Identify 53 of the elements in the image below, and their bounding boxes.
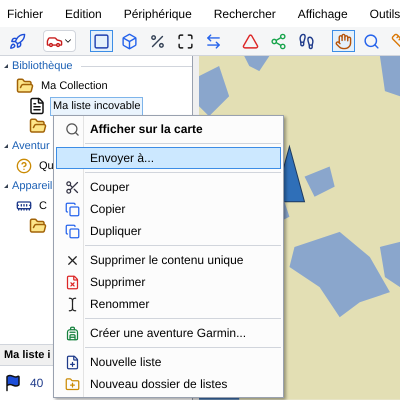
menu-item[interactable]: Outils (370, 4, 400, 23)
tree-item[interactable]: Qu (36, 157, 57, 176)
menu-item[interactable]: Périphérique (124, 4, 192, 23)
vehicle-dropdown[interactable] (43, 30, 76, 52)
expand-arrow-icon[interactable] (4, 144, 8, 148)
flag-icon (4, 374, 22, 392)
menu-item[interactable]: Edition (65, 4, 102, 23)
square-icon (93, 32, 110, 50)
tree-item[interactable]: C (36, 197, 50, 216)
menu-option[interactable]: Supprimer le contenu unique (56, 249, 281, 271)
magnifier-icon (363, 32, 380, 50)
question-icon (16, 158, 32, 174)
delete-file-icon (64, 274, 80, 290)
toolbar-button[interactable] (90, 30, 113, 52)
menu-option[interactable]: Dupliquer (56, 220, 281, 242)
transfer-icon (205, 32, 222, 50)
scissors-icon (64, 180, 80, 194)
menu-option[interactable]: Couper (56, 176, 281, 198)
menu-item[interactable]: Rechercher (214, 4, 276, 23)
percent-icon (149, 32, 166, 50)
hand-icon (335, 32, 352, 50)
menu-option[interactable]: Afficher sur la carte (56, 118, 281, 140)
triangle-icon (242, 32, 259, 50)
menu-option[interactable]: Renommer (56, 293, 281, 315)
menu-option[interactable]: Supprimer (56, 271, 281, 293)
expand-arrow-icon[interactable] (4, 64, 8, 68)
table-cell-text: 40 (30, 375, 44, 392)
menu-item[interactable]: Fichier (7, 4, 44, 23)
menu-option[interactable]: Nouveau dossier de listes (56, 373, 281, 395)
menu-option[interactable]: Copier (56, 198, 281, 220)
rocket-icon (9, 32, 26, 50)
cube-icon (121, 32, 138, 50)
tree-section[interactable]: Appareil (12, 178, 52, 195)
copy-icon (64, 224, 80, 238)
folder-icon (16, 77, 34, 96)
backpack-icon (64, 326, 80, 340)
copy-icon (64, 202, 80, 216)
expand-arrow-icon[interactable] (4, 184, 8, 188)
new-folder-icon (64, 376, 80, 392)
tree-item[interactable]: Ma Collection (38, 77, 111, 96)
document-icon (28, 97, 46, 116)
menu-option[interactable]: Créer une aventure Garmin... (56, 322, 281, 344)
footprints-icon (298, 32, 315, 50)
menu-option[interactable]: Envoyer à... (56, 147, 281, 169)
folder-icon (29, 217, 47, 236)
menu-item[interactable]: Affichage (298, 4, 348, 23)
tree-item[interactable]: Ma liste incovable (50, 97, 144, 116)
map-search-icon (64, 122, 80, 136)
frame-icon (177, 32, 194, 50)
tree-section[interactable]: Aventur (12, 138, 50, 155)
new-list-icon (64, 354, 80, 370)
tree-section[interactable]: Bibliothèque (12, 58, 73, 75)
folder-icon (29, 117, 47, 136)
